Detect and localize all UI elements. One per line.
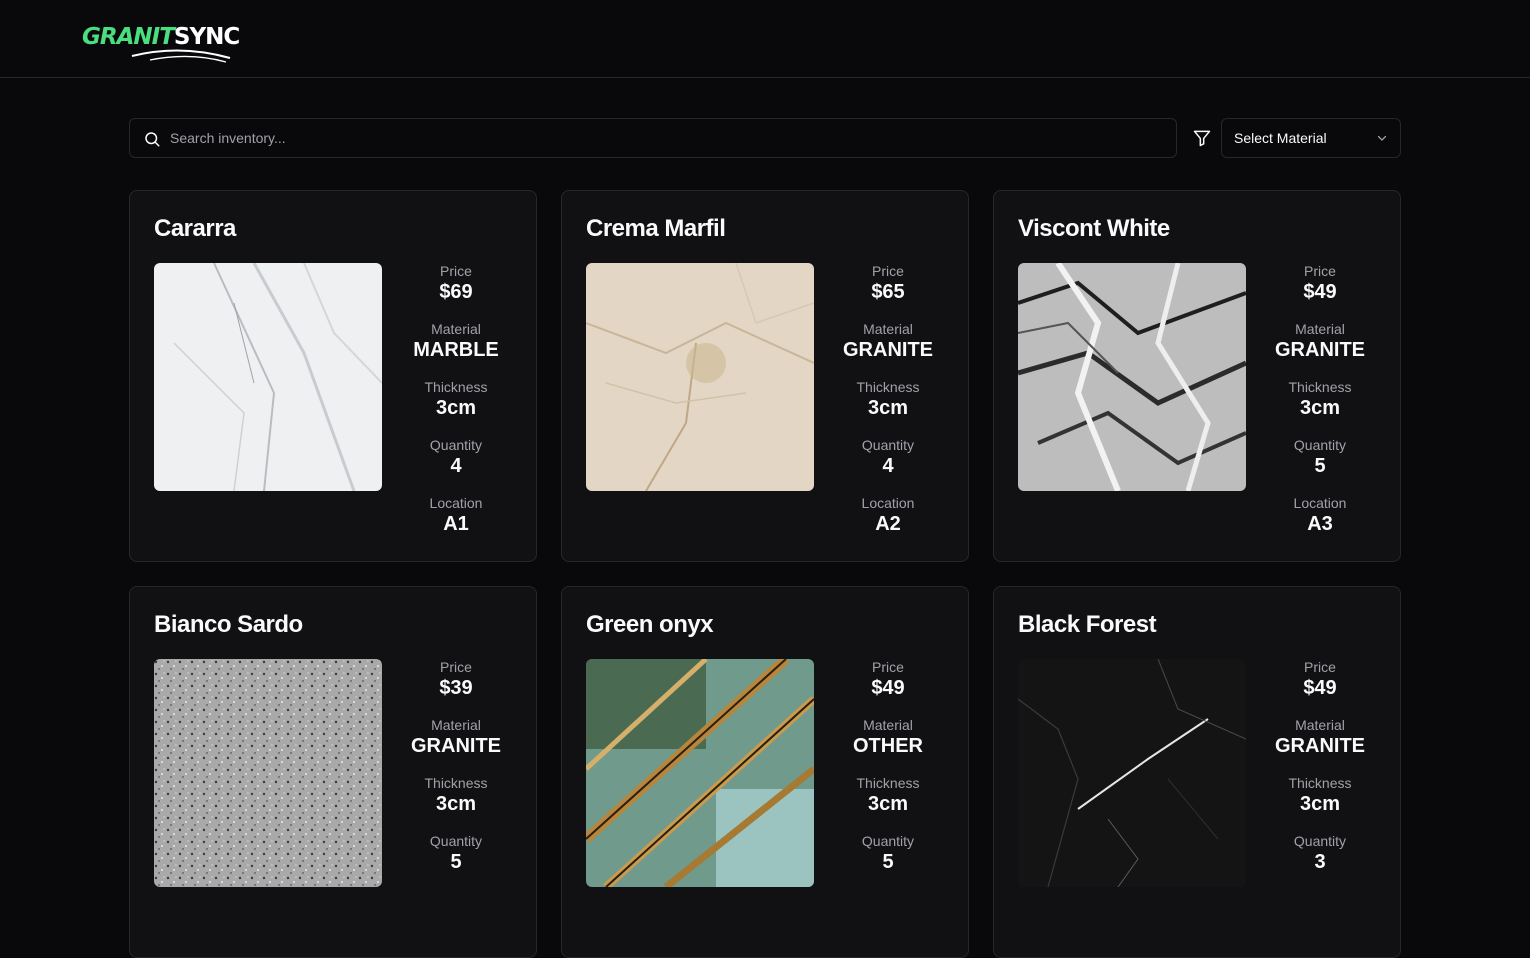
slab-image-crema-marfil xyxy=(586,263,814,491)
quantity-label: Quantity xyxy=(861,833,915,849)
search-input[interactable] xyxy=(170,119,1160,157)
inventory-card[interactable]: Viscont White Price $49 Material GRANITE T… xyxy=(993,190,1401,562)
thickness-label: Thickness xyxy=(1288,775,1352,791)
price-value: $65 xyxy=(871,281,905,303)
material-label: Material xyxy=(1295,321,1345,337)
slab-name: Crema Marfil xyxy=(586,215,726,242)
logo-swoosh-icon xyxy=(131,49,231,63)
material-value: MARBLE xyxy=(413,339,499,361)
slab-image-cararra xyxy=(154,263,382,491)
slab-name: Viscont White xyxy=(1018,215,1170,242)
location-value: A2 xyxy=(875,513,901,535)
filter-icon[interactable] xyxy=(1192,128,1212,148)
price-label: Price xyxy=(1304,263,1336,279)
material-select[interactable]: Select Material xyxy=(1221,118,1401,158)
quantity-label: Quantity xyxy=(1293,437,1347,453)
slab-image-bianco-sardo xyxy=(154,659,382,887)
slab-name: Cararra xyxy=(154,215,236,242)
thickness-value: 3cm xyxy=(867,397,909,419)
quantity-value: 5 xyxy=(882,851,894,873)
thickness-value: 3cm xyxy=(1299,793,1341,815)
inventory-toolbar: Select Material xyxy=(129,118,1401,158)
inventory-card[interactable]: Cararra Price $69 Material MARBLE Thicknes… xyxy=(129,190,537,562)
material-value: GRANITE xyxy=(411,735,501,757)
location-label: Location xyxy=(429,495,483,511)
thickness-value: 3cm xyxy=(867,793,909,815)
price-label: Price xyxy=(1304,659,1336,675)
thickness-label: Thickness xyxy=(856,379,920,395)
material-value: GRANITE xyxy=(1275,339,1365,361)
price-label: Price xyxy=(872,659,904,675)
thickness-value: 3cm xyxy=(435,397,477,419)
price-label: Price xyxy=(872,263,904,279)
material-label: Material xyxy=(431,321,481,337)
quantity-label: Quantity xyxy=(429,437,483,453)
slab-details: Price $69 Material MARBLE Thickness 3cm Qua… xyxy=(382,263,530,553)
price-value: $39 xyxy=(439,677,473,699)
slab-details: Price $49 Material OTHER Thickness 3cm Quan… xyxy=(814,659,962,891)
search-icon xyxy=(145,132,160,147)
slab-name: Bianco Sardo xyxy=(154,611,303,638)
inventory-card[interactable]: Bianco Sardo Price $39 Material GRANITE T xyxy=(129,586,537,958)
thickness-label: Thickness xyxy=(424,775,488,791)
material-label: Material xyxy=(431,717,481,733)
quantity-value: 5 xyxy=(1314,455,1326,477)
price-value: $49 xyxy=(1303,281,1337,303)
location-value: A1 xyxy=(443,513,469,535)
material-value: OTHER xyxy=(853,735,923,757)
app-header: GRANITSYNC xyxy=(0,0,1530,78)
quantity-value: 4 xyxy=(882,455,894,477)
inventory-card[interactable]: Green onyx Price $49 Material OTHER Thickn… xyxy=(561,586,969,958)
price-label: Price xyxy=(440,659,472,675)
inventory-card[interactable]: Crema Marfil Price $65 Material GRANITE Th… xyxy=(561,190,969,562)
thickness-value: 3cm xyxy=(1299,397,1341,419)
inventory-card[interactable]: Black Forest Price $49 Material GRANITE Th… xyxy=(993,586,1401,958)
quantity-label: Quantity xyxy=(1293,833,1347,849)
quantity-value: 3 xyxy=(1314,851,1326,873)
thickness-value: 3cm xyxy=(435,793,477,815)
slab-details: Price $65 Material GRANITE Thickness 3cm Qu… xyxy=(814,263,962,553)
price-value: $69 xyxy=(439,281,473,303)
slab-details: Price $49 Material GRANITE Thickness 3cm Qu… xyxy=(1246,659,1394,891)
inventory-grid: Cararra Price $69 Material MARBLE Thicknes… xyxy=(129,190,1401,958)
search-box xyxy=(129,118,1177,158)
slab-details: Price $39 Material GRANITE Thickness 3cm Qu… xyxy=(382,659,530,891)
location-label: Location xyxy=(861,495,915,511)
slab-details: Price $49 Material GRANITE Thickness 3cm Qu… xyxy=(1246,263,1394,553)
quantity-value: 5 xyxy=(450,851,462,873)
thickness-label: Thickness xyxy=(1288,379,1352,395)
price-label: Price xyxy=(440,263,472,279)
material-label: Material xyxy=(863,717,913,733)
granitsync-logo[interactable]: GRANITSYNC xyxy=(82,22,242,66)
location-label: Location xyxy=(1293,495,1347,511)
quantity-label: Quantity xyxy=(861,437,915,453)
slab-image-viscont-white xyxy=(1018,263,1246,491)
chevron-down-icon xyxy=(1377,135,1387,141)
material-select-value: Select Material xyxy=(1234,130,1327,146)
slab-name: Green onyx xyxy=(586,611,714,638)
material-label: Material xyxy=(863,321,913,337)
quantity-value: 4 xyxy=(450,455,462,477)
slab-image-black-forest xyxy=(1018,659,1246,887)
price-value: $49 xyxy=(871,677,905,699)
location-value: A3 xyxy=(1307,513,1333,535)
slab-image-green-onyx xyxy=(586,659,814,887)
price-value: $49 xyxy=(1303,677,1337,699)
thickness-label: Thickness xyxy=(424,379,488,395)
material-value: GRANITE xyxy=(843,339,933,361)
material-value: GRANITE xyxy=(1275,735,1365,757)
material-label: Material xyxy=(1295,717,1345,733)
quantity-label: Quantity xyxy=(429,833,483,849)
thickness-label: Thickness xyxy=(856,775,920,791)
slab-name: Black Forest xyxy=(1018,611,1157,638)
